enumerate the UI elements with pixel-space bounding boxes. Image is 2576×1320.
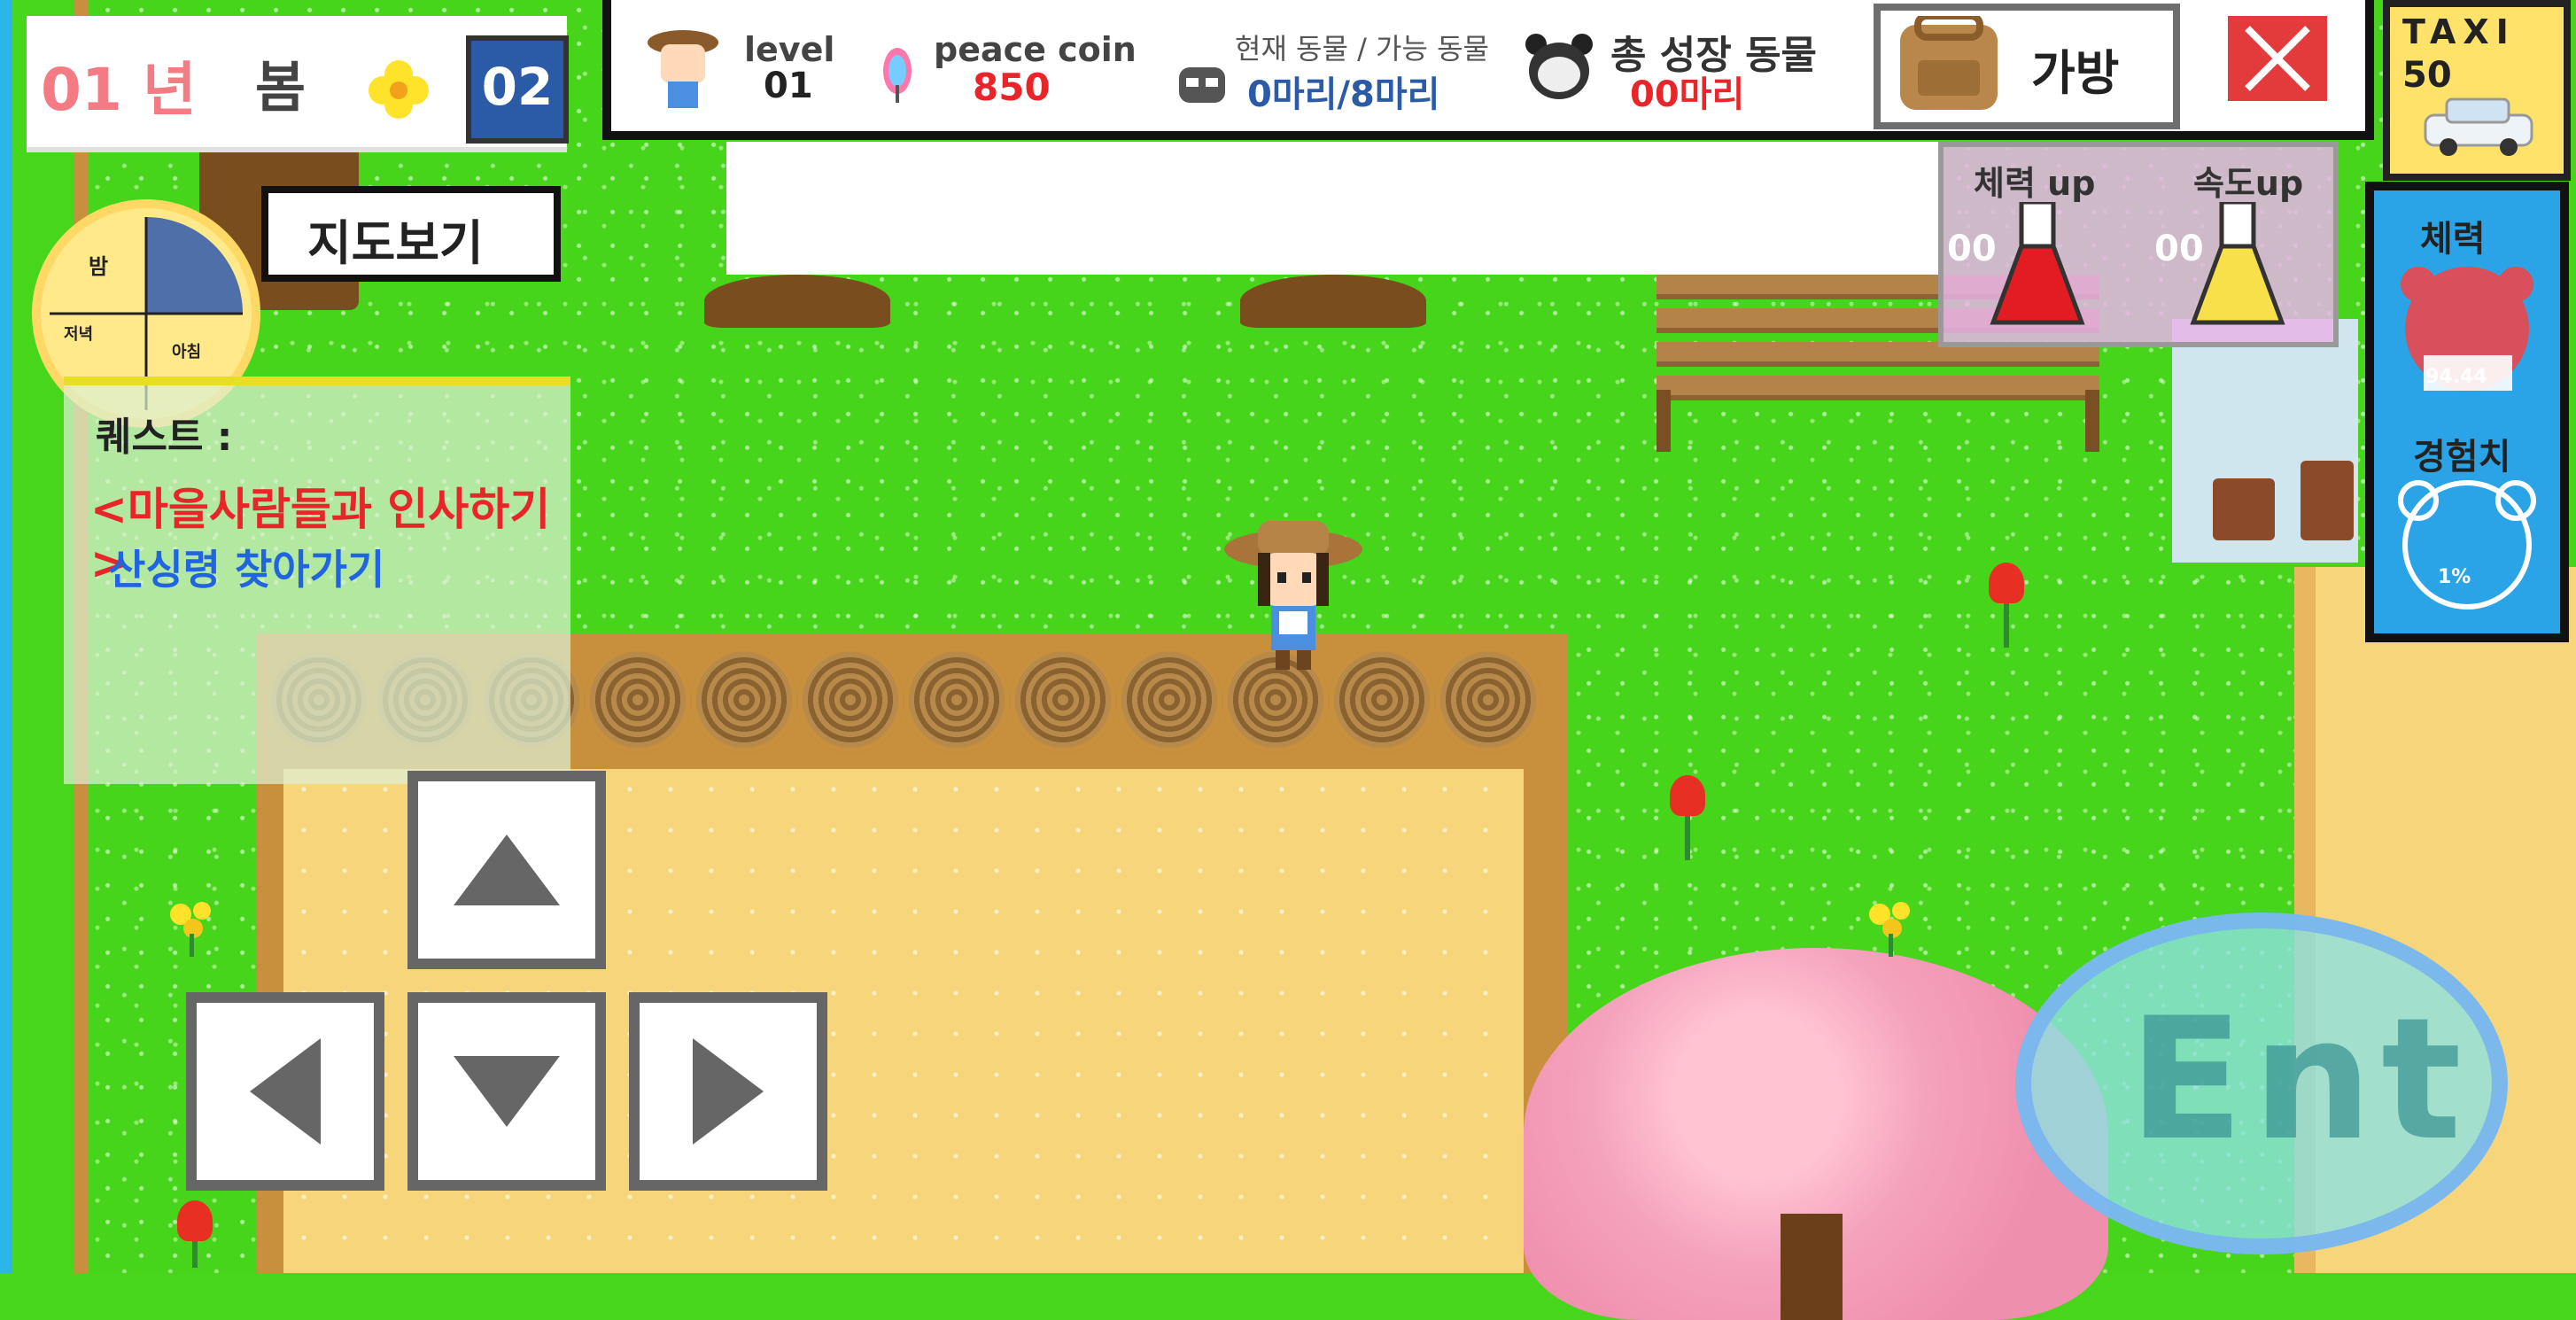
day-counter: 02 — [466, 35, 569, 144]
exp-label: 경험치 — [2413, 437, 2511, 478]
level-label: level — [744, 30, 835, 69]
dpad-left-button[interactable] — [186, 992, 384, 1191]
hp-label: 체력 — [2420, 219, 2486, 260]
player-character[interactable] — [1222, 514, 1364, 682]
cherry-blossom-tree — [1524, 948, 2108, 1320]
enter-button[interactable]: Ent — [2015, 912, 2508, 1254]
enter-button-label: Ent — [2129, 982, 2471, 1177]
clock-label-a: 저녁 — [64, 325, 94, 344]
hp-potion-label: 체력 up — [1974, 164, 2096, 203]
hp-value: 94.44 — [2425, 366, 2487, 388]
grown-value: 00마리 — [1630, 74, 1745, 115]
close-icon — [2233, 16, 2322, 101]
red-flower — [1670, 775, 1705, 860]
raccoon-icon — [1174, 60, 1230, 110]
quest-title: 퀘스트 : — [96, 415, 233, 460]
stats-panel: 체력 94.44 경험치 1% — [2365, 182, 2569, 642]
flower-icon — [363, 55, 434, 126]
arrow-right-icon — [684, 1038, 772, 1145]
level-value: 01 — [764, 66, 813, 106]
exp-value: 1% — [2438, 566, 2471, 588]
clock-label-b: 아침 — [172, 343, 202, 361]
flower-pot — [2213, 478, 2275, 540]
flower-pot — [2301, 461, 2354, 540]
taxi-value: 50 — [2402, 55, 2452, 96]
hp-potion-count: 00 — [1947, 229, 1997, 269]
arrow-left-icon — [241, 1038, 330, 1145]
red-flower — [177, 1200, 213, 1268]
yellow-flower — [1860, 895, 1922, 957]
coin-label: peace coin — [934, 30, 1137, 69]
coin-value: 850 — [973, 66, 1051, 109]
panda-icon — [1524, 30, 1594, 105]
yellow-flower — [161, 895, 223, 957]
animals-value: 0마리/8마리 — [1247, 74, 1440, 115]
bag-button[interactable]: 가방 — [1874, 4, 2180, 129]
farmer-avatar-icon — [645, 25, 721, 113]
arrow-down-icon — [454, 1047, 560, 1136]
map-button-label: 지도보기 — [307, 215, 484, 271]
taxi-button[interactable]: TAXI 50 — [2383, 0, 2571, 181]
speed-potion-label: 속도up — [2193, 164, 2304, 203]
arrow-up-icon — [454, 826, 560, 914]
clock-night-label: 밤 — [89, 254, 109, 279]
dpad-right-button[interactable] — [629, 992, 827, 1191]
exp-bear-icon — [2392, 474, 2542, 616]
backpack-icon — [1891, 12, 2006, 113]
year-label: 01 년 — [41, 56, 197, 124]
river-edge — [0, 0, 12, 1273]
quest-panel: 퀘스트 : <마을사람들과 인사하기> 산싱령 찾아가기 — [64, 377, 570, 784]
top-path — [726, 142, 1940, 275]
dpad-up-button[interactable] — [407, 771, 606, 969]
speed-potion-count: 00 — [2154, 229, 2204, 269]
tree-trunk — [1240, 275, 1426, 328]
dpad-down-button[interactable] — [407, 992, 606, 1191]
bag-label: 가방 — [2031, 45, 2120, 101]
taxi-label: TAXI — [2402, 12, 2516, 51]
rainbow-feather-icon — [877, 46, 918, 103]
potion-panel: 체력 up 속도up 00 00 — [1938, 142, 2339, 347]
top-status-bar: level 01 peace coin 850 현재 동물 / 가능 동물 0마… — [602, 0, 2374, 140]
tree-trunk — [704, 275, 890, 328]
calendar-panel: 01 년 봄 02 — [27, 16, 569, 152]
quest-sub[interactable]: 산싱령 찾아가기 — [108, 538, 384, 596]
map-button[interactable]: 지도보기 — [261, 186, 561, 282]
season-label: 봄 — [255, 55, 306, 120]
red-flower — [1989, 563, 2024, 648]
animals-label: 현재 동물 / 가능 동물 — [1235, 32, 1489, 66]
flower-shop-window — [2172, 319, 2358, 563]
close-button[interactable] — [2228, 16, 2327, 101]
taxi-icon — [2417, 94, 2541, 158]
